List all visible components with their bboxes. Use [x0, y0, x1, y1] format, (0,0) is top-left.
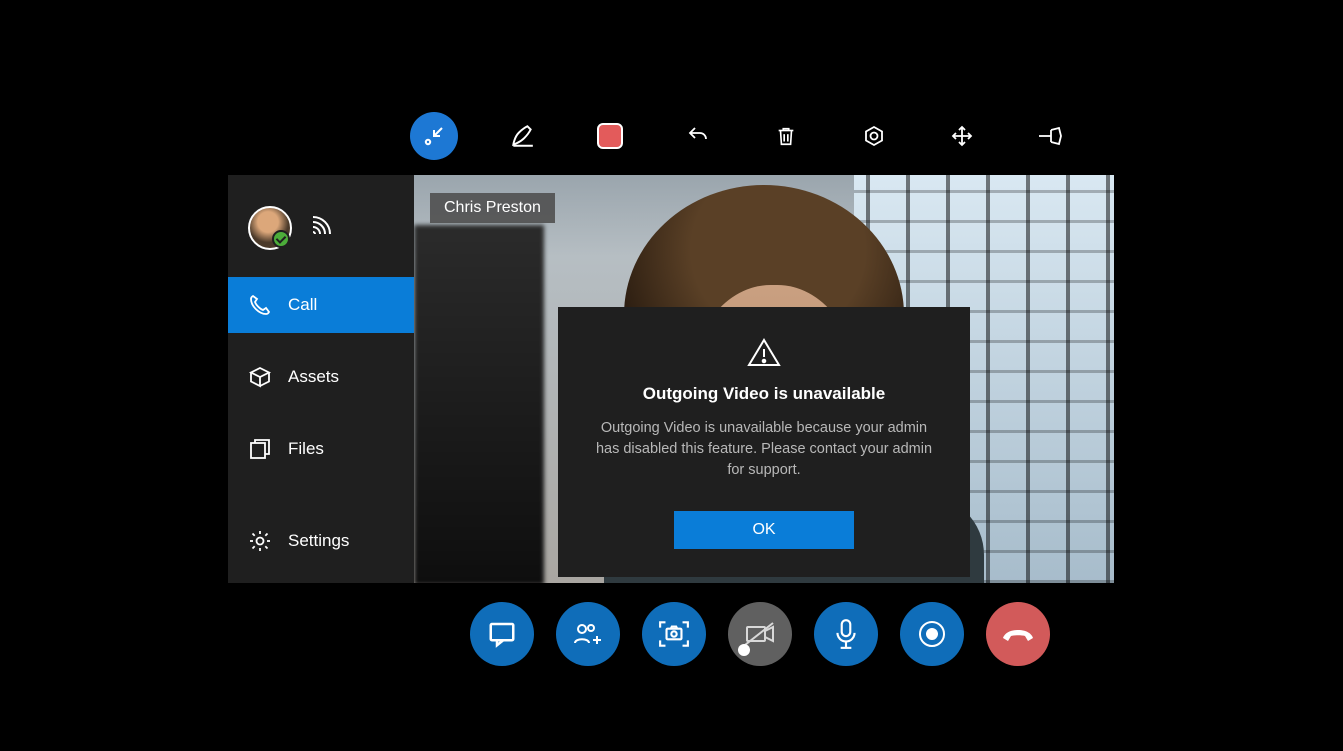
- sidebar-item-call[interactable]: Call: [228, 277, 414, 333]
- mute-button[interactable]: [814, 602, 878, 666]
- ink-button[interactable]: [498, 112, 546, 160]
- arrow-collapse-icon: [422, 124, 446, 148]
- hexagon-target-icon: [862, 124, 886, 148]
- arrow-collapse-button[interactable]: [410, 112, 458, 160]
- main-area: Call Assets Files: [228, 175, 1114, 583]
- video-toggle-button[interactable]: [728, 602, 792, 666]
- package-icon: [248, 365, 272, 389]
- people-add-icon: [572, 619, 604, 649]
- avatar[interactable]: [248, 206, 288, 246]
- video-off-icon: [743, 621, 777, 647]
- sidebar-header: [228, 175, 414, 277]
- status-available-icon: [272, 230, 290, 248]
- phone-icon: [248, 293, 272, 317]
- video-disabled-indicator-icon: [738, 644, 750, 656]
- sidebar-item-label: Call: [288, 295, 317, 315]
- delete-button[interactable]: [762, 112, 810, 160]
- sidebar-item-files[interactable]: Files: [228, 421, 414, 477]
- color-swatch-button[interactable]: [586, 112, 634, 160]
- dialog-ok-label: OK: [752, 521, 775, 538]
- move-icon: [950, 124, 974, 148]
- move-button[interactable]: [938, 112, 986, 160]
- chat-button[interactable]: [470, 602, 534, 666]
- sidebar-item-label: Assets: [288, 367, 339, 387]
- undo-icon: [686, 124, 710, 148]
- dialog-ok-button[interactable]: OK: [674, 511, 854, 549]
- pin-button[interactable]: [1026, 112, 1074, 160]
- chat-icon: [487, 619, 517, 649]
- sidebar-item-label: Settings: [288, 531, 349, 551]
- undo-button[interactable]: [674, 112, 722, 160]
- warning-icon: [747, 337, 781, 367]
- remote-video-feed: Chris Preston Outgoing Video is unavaila…: [414, 175, 1114, 583]
- color-swatch-icon: [597, 123, 623, 149]
- record-icon: [917, 619, 947, 649]
- hangup-icon: [1000, 624, 1036, 644]
- participant-name: Chris Preston: [444, 199, 541, 216]
- participant-name-tag: Chris Preston: [430, 193, 555, 223]
- ink-icon: [509, 123, 535, 149]
- gear-icon: [248, 529, 272, 553]
- sidebar-item-label: Files: [288, 439, 324, 459]
- microphone-icon: [833, 618, 859, 650]
- files-icon: [248, 437, 272, 461]
- sidebar-item-settings[interactable]: Settings: [228, 513, 414, 569]
- pin-icon: [1037, 126, 1063, 146]
- call-controls: [470, 602, 1050, 666]
- camera-frame-icon: [658, 619, 690, 649]
- focus-button[interactable]: [850, 112, 898, 160]
- outgoing-video-unavailable-dialog: Outgoing Video is unavailable Outgoing V…: [558, 307, 970, 577]
- app-root: Call Assets Files: [0, 0, 1343, 751]
- sidebar: Call Assets Files: [228, 175, 414, 583]
- add-participant-button[interactable]: [556, 602, 620, 666]
- dialog-body: Outgoing Video is unavailable because yo…: [588, 418, 940, 481]
- top-toolbar: [410, 108, 1130, 164]
- signal-icon[interactable]: [310, 213, 336, 240]
- dialog-title: Outgoing Video is unavailable: [588, 384, 940, 404]
- capture-button[interactable]: [642, 602, 706, 666]
- hangup-button[interactable]: [986, 602, 1050, 666]
- record-button[interactable]: [900, 602, 964, 666]
- trash-icon: [775, 124, 797, 148]
- sidebar-item-assets[interactable]: Assets: [228, 349, 414, 405]
